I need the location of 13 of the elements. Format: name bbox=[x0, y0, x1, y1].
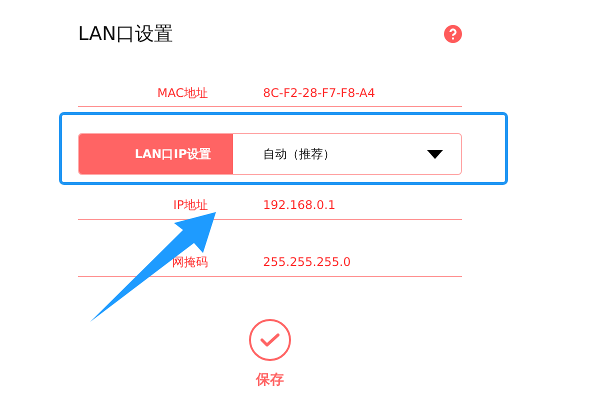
dropdown-icon bbox=[427, 150, 443, 158]
field-value: 255.255.255.0 bbox=[263, 254, 351, 271]
field-label: 网掩码 bbox=[171, 254, 208, 271]
field-value: 8C-F2-28-F7-F8-A4 bbox=[263, 85, 376, 102]
field-value: 192.168.0.1 bbox=[263, 197, 336, 214]
field-label: IP地址 bbox=[172, 197, 208, 214]
field-label: MAC地址 bbox=[156, 85, 208, 102]
save-label: 保存 bbox=[256, 371, 284, 389]
help-icon[interactable] bbox=[444, 25, 462, 43]
check-icon bbox=[260, 333, 280, 347]
page-title: LAN口设置 bbox=[78, 22, 174, 47]
ip-mode-select[interactable]: LAN口IP设置 自动（推荐） bbox=[78, 133, 462, 175]
save-button[interactable] bbox=[249, 319, 291, 361]
